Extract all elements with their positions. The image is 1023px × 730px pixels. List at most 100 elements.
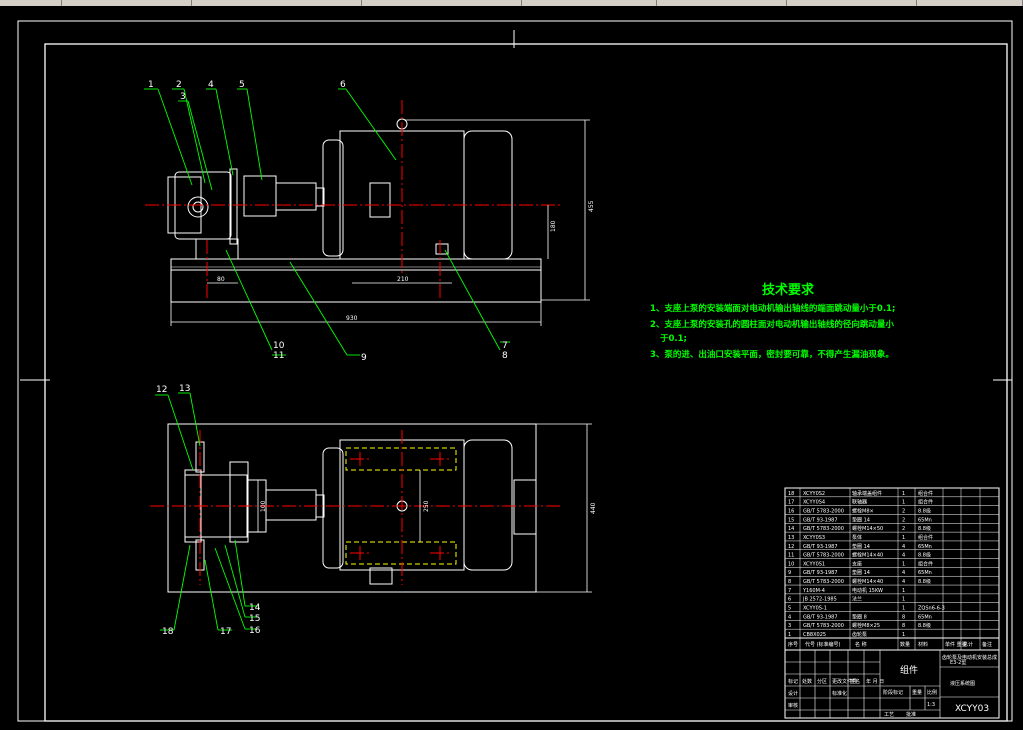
technical-notes: 技术要求 1、支座上泵的安装端面对电动机输出轴线的端面跳动量小于0.1; 2、支… bbox=[650, 282, 895, 360]
balloon-label: 4 bbox=[208, 80, 214, 90]
parts-cell-qty: 2 bbox=[902, 508, 905, 514]
parts-cell-code: GB/T 93-1987 bbox=[803, 614, 838, 620]
parts-cell-mat: 8.8级 bbox=[918, 507, 931, 514]
parts-cell-name: 垫圈 14 bbox=[852, 543, 870, 550]
note-line: 于0.1; bbox=[660, 334, 687, 344]
parts-cell-qty: 1 bbox=[902, 597, 905, 603]
notes-title: 技术要求 bbox=[762, 282, 815, 298]
parts-cell-qty: 8 bbox=[902, 623, 905, 629]
parts-cell-mat: 65Mn bbox=[918, 544, 932, 550]
sign-cell: 分区 bbox=[817, 678, 827, 685]
dimension-text: 180 bbox=[550, 220, 557, 232]
header-note: 备注 bbox=[982, 641, 992, 648]
balloon-label: 3 bbox=[180, 92, 186, 102]
drawing-name: 液压系统图 bbox=[950, 680, 975, 687]
balloon-label: 2 bbox=[176, 80, 182, 90]
balloon-label: 14 bbox=[249, 603, 261, 613]
parts-cell-mat: 组合件 bbox=[918, 534, 933, 541]
sign-cell: 审核 bbox=[788, 702, 798, 709]
dimension-text: 440 bbox=[590, 502, 597, 514]
parts-cell-qty: 1 bbox=[902, 632, 905, 638]
parts-cell-qty: 8 bbox=[902, 614, 905, 620]
model-label: E3-2型 bbox=[950, 659, 966, 666]
parts-cell-code: GB/T 5783-2000 bbox=[803, 623, 844, 629]
parts-cell-name: 泵体 bbox=[852, 534, 862, 541]
balloon-label: 12 bbox=[156, 385, 167, 395]
parts-cell-qty: 1 bbox=[902, 491, 905, 497]
balloon-label: 15 bbox=[249, 614, 260, 624]
balloon-label: 10 bbox=[273, 341, 285, 351]
parts-cell-code: GB/T 5783-2000 bbox=[803, 508, 844, 514]
parts-cell-name: 螺栓M14×50 bbox=[852, 525, 883, 532]
dimension-text: 100 bbox=[260, 500, 267, 512]
drawing-number: XCYY03 bbox=[955, 704, 989, 714]
parts-cell-qty: 1 bbox=[902, 535, 905, 541]
header-name: 名 称 bbox=[855, 641, 867, 648]
header-no: 序号 bbox=[788, 641, 798, 648]
sign-cell: 批准 bbox=[906, 711, 916, 718]
parts-cell-no: 4 bbox=[788, 614, 791, 620]
front-view: 1 2 3 4 5 6 10 11 9 7 8 80 210 930 180 4… bbox=[144, 80, 595, 363]
dimension-text: 250 bbox=[423, 500, 430, 512]
parts-cell-code: GB/T 5783-2000 bbox=[803, 579, 844, 585]
note-line: 2、支座上泵的安装孔的圆柱面对电动机输出轴线的径向跳动量小 bbox=[650, 319, 894, 330]
parts-cell-no: 7 bbox=[788, 588, 791, 594]
balloon-label: 7 bbox=[502, 341, 508, 351]
title-block: 18 XCYY0S2 轴承端盖组件 1 组合件17 XCYY0S4 联轴器 1 组合件16 GB/… bbox=[784, 487, 1000, 719]
parts-cell-mat: 组合件 bbox=[918, 499, 933, 506]
sign-cell: 工艺 bbox=[884, 712, 894, 718]
parts-cell-name: 齿轮泵 bbox=[852, 631, 867, 638]
balloon-label: 17 bbox=[220, 627, 231, 637]
plan-view: 100 250 440 12 13 14 15 16 17 18 bbox=[150, 384, 597, 637]
parts-cell-mat: 8.8级 bbox=[918, 578, 931, 585]
parts-cell-name: 支座 bbox=[852, 560, 862, 567]
parts-cell-code: XCYY0S4 bbox=[803, 500, 825, 506]
parts-cell-mat: 8.8级 bbox=[918, 622, 931, 629]
parts-cell-code: XCYY0S3 bbox=[803, 535, 825, 541]
balloon-label: 5 bbox=[239, 80, 245, 90]
parts-cell-no: 8 bbox=[788, 579, 791, 585]
parts-cell-qty: 2 bbox=[902, 526, 905, 532]
parts-cell-no: 5 bbox=[788, 606, 791, 612]
sign-cell: 年 月 日 bbox=[866, 678, 884, 685]
sign-cell: 标记 bbox=[788, 678, 798, 685]
balloon-label: 9 bbox=[361, 353, 367, 363]
parts-cell-name: 螺栓M8×25 bbox=[852, 622, 880, 629]
dimension-text: 80 bbox=[217, 276, 225, 283]
dimension-text: 210 bbox=[397, 276, 409, 283]
parts-cell-code: JB 2572-1985 bbox=[802, 597, 837, 603]
parts-cell-name: 螺栓M14×40 bbox=[852, 552, 883, 559]
parts-cell-name: 垫圈 8 bbox=[852, 613, 867, 620]
balloon-label: 1 bbox=[148, 80, 154, 90]
parts-cell-no: 18 bbox=[788, 491, 794, 497]
parts-cell-name: 垫圈 14 bbox=[852, 569, 870, 576]
sign-cell: 签名 bbox=[850, 678, 860, 685]
parts-cell-qty: 1 bbox=[902, 606, 905, 612]
balloon-label: 18 bbox=[162, 627, 174, 637]
parts-cell-code: XCYY0S2 bbox=[803, 491, 825, 497]
parts-cell-code: XCYY0S-1 bbox=[803, 606, 827, 612]
drawing-canvas[interactable]: 1 2 3 4 5 6 10 11 9 7 8 80 210 930 180 4… bbox=[0, 6, 1023, 726]
parts-cell-code: GB/T 5783-2000 bbox=[803, 553, 844, 559]
parts-cell-mat: 8.8级 bbox=[918, 525, 931, 532]
balloon-label: 13 bbox=[179, 384, 190, 394]
sign-cell: 设计 bbox=[788, 690, 798, 697]
parts-cell-no: 9 bbox=[788, 570, 791, 576]
parts-cell-no: 16 bbox=[788, 508, 794, 514]
parts-cell-qty: 4 bbox=[902, 579, 905, 585]
parts-cell-name: 联轴器 bbox=[852, 499, 867, 506]
parts-cell-mat: 65Mn bbox=[918, 614, 932, 620]
parts-cell-qty: 1 bbox=[902, 500, 905, 506]
parts-cell-qty: 4 bbox=[902, 553, 905, 559]
parts-cell-mat: ZQSn6-6-3 bbox=[918, 606, 945, 612]
dimension-text: 930 bbox=[346, 315, 358, 322]
dimension-text: 455 bbox=[588, 200, 595, 212]
parts-cell-no: 13 bbox=[788, 535, 794, 541]
balloon-label: 11 bbox=[273, 351, 284, 361]
sign-cell: 处数 bbox=[802, 678, 812, 685]
parts-cell-qty: 1 bbox=[902, 588, 905, 594]
balloon-label: 8 bbox=[502, 351, 508, 361]
note-line: 3、泵的进、出油口安装平面，密封要可靠，不得产生漏油现象。 bbox=[650, 349, 894, 360]
parts-cell-no: 3 bbox=[788, 623, 791, 629]
parts-cell-mat: 65Mn bbox=[918, 570, 932, 576]
